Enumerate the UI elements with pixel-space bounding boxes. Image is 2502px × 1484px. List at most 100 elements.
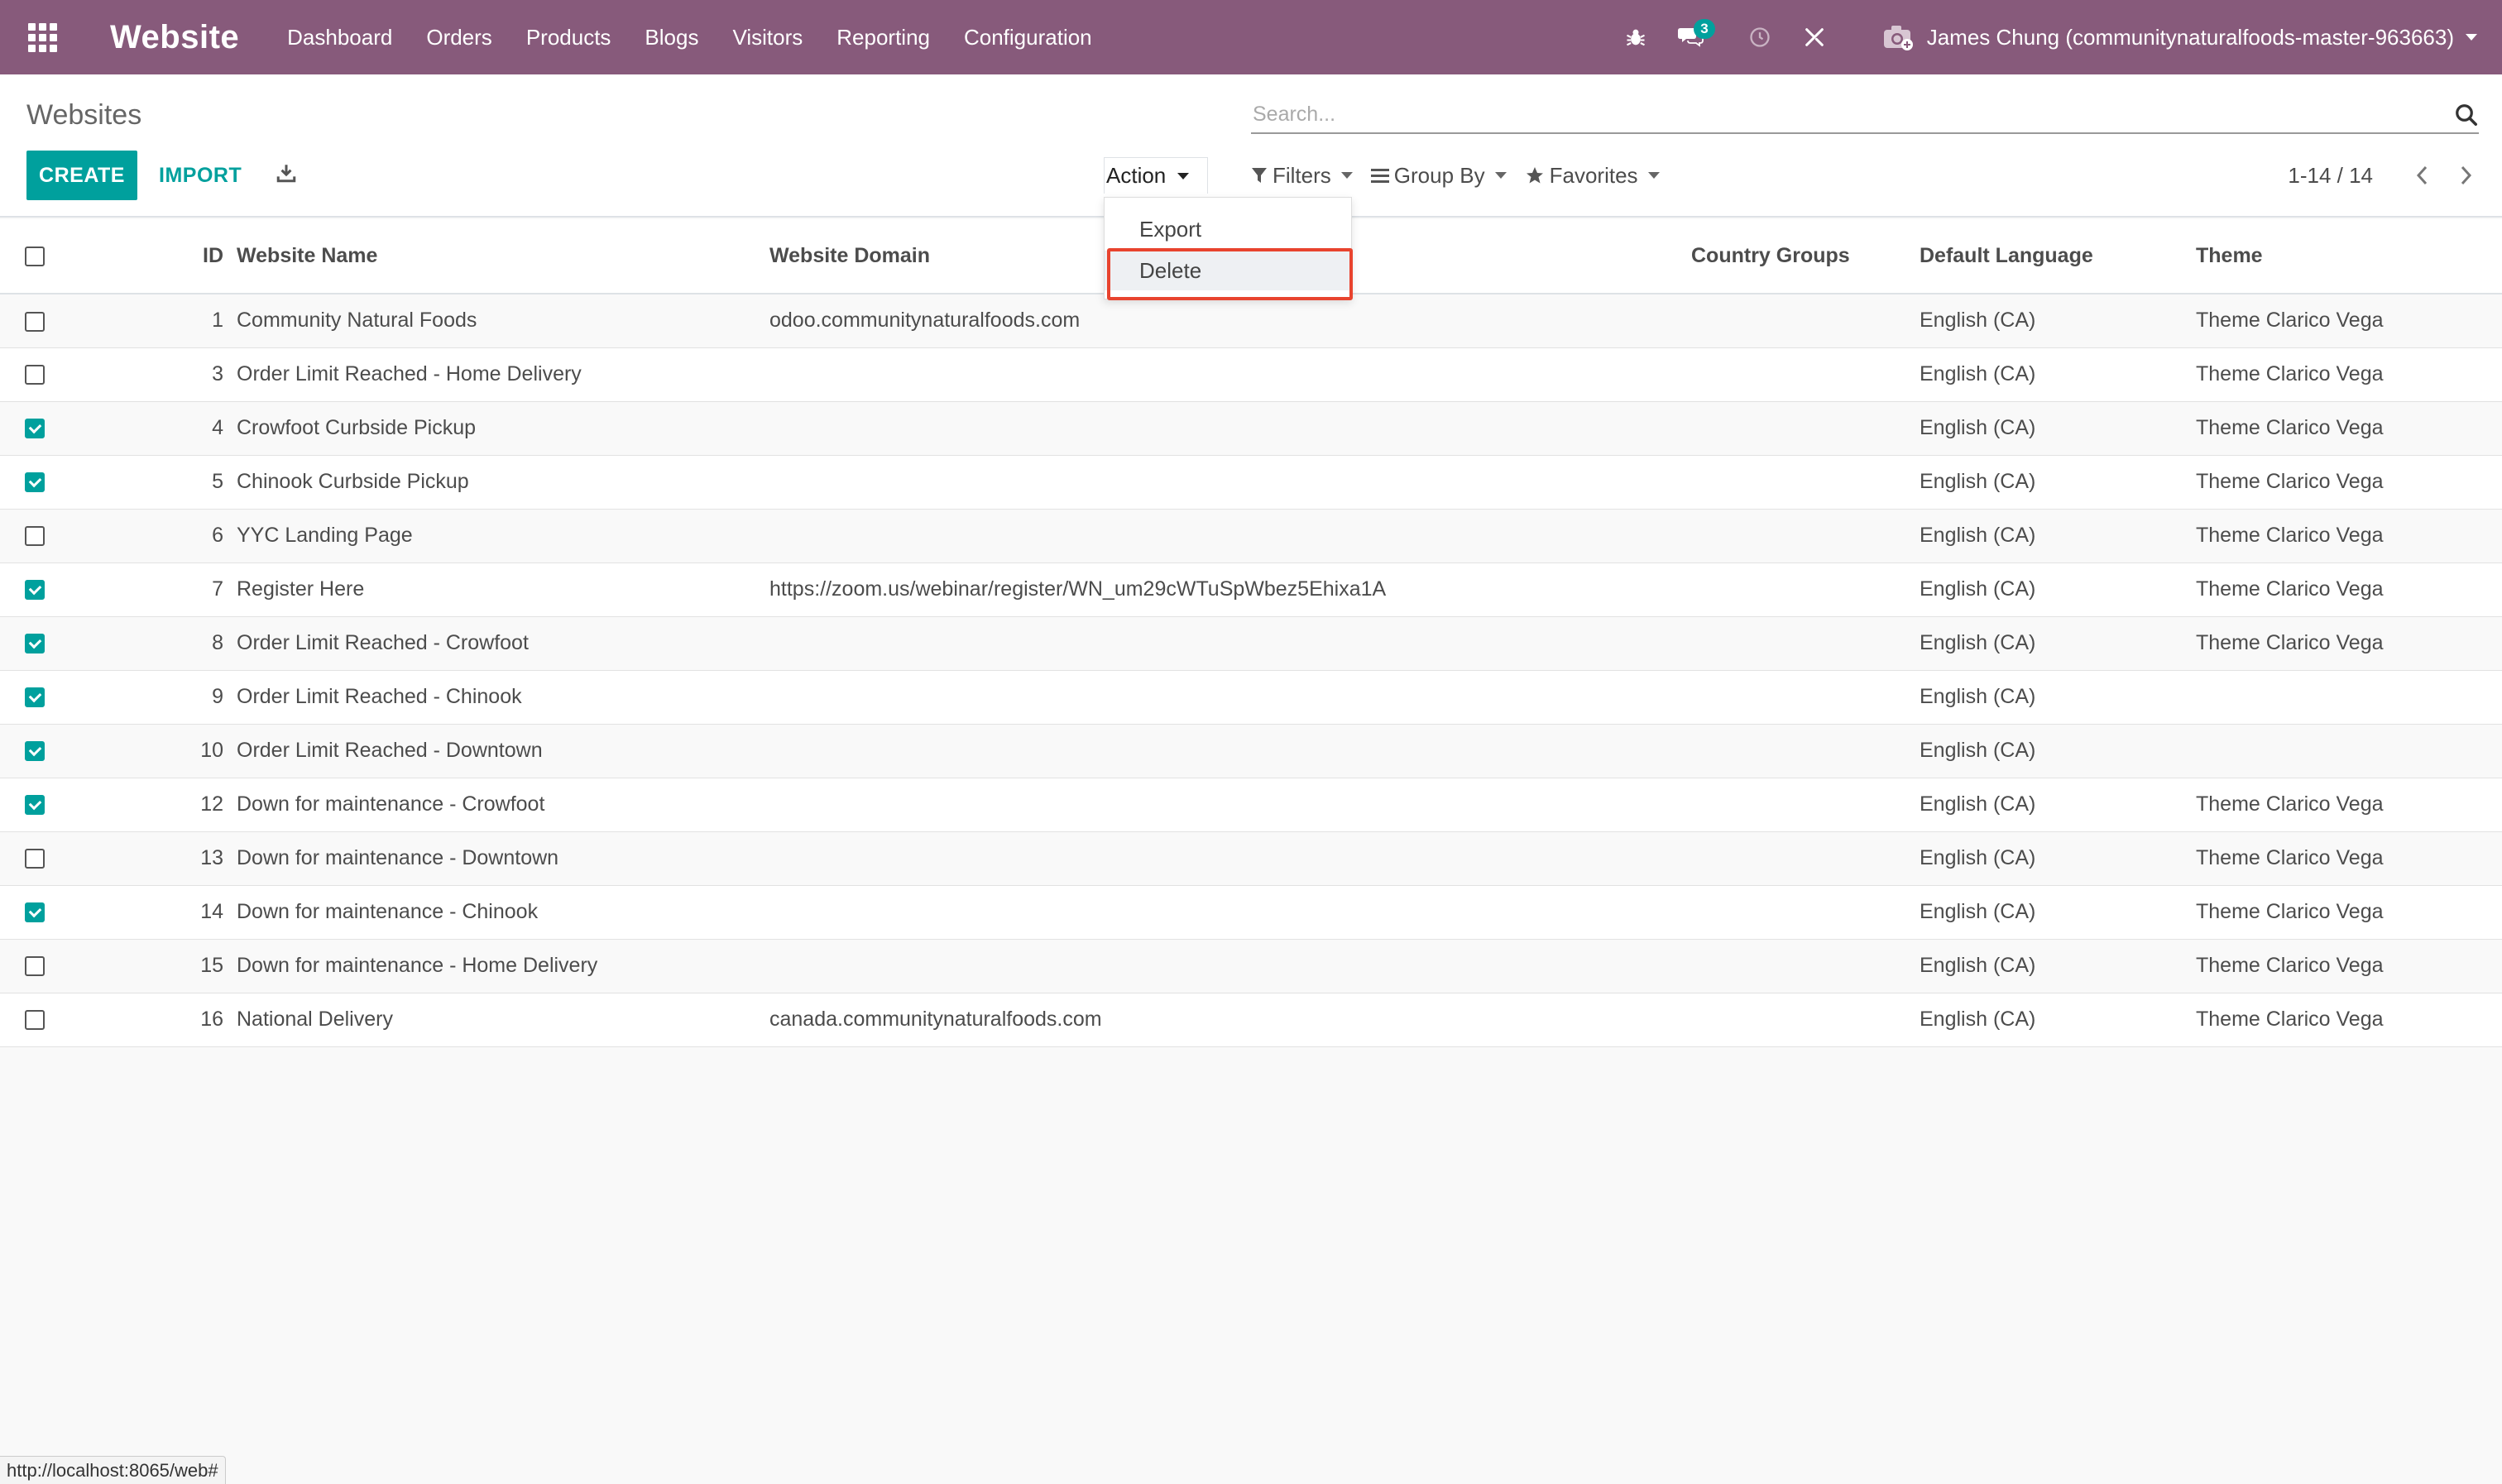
- cell-website-domain[interactable]: [769, 616, 1691, 671]
- cell-id[interactable]: 3: [71, 347, 237, 402]
- action-dropdown-toggle[interactable]: Action: [1104, 157, 1208, 194]
- create-button[interactable]: CREATE: [26, 151, 137, 200]
- cell-website-domain[interactable]: [769, 939, 1691, 993]
- row-checkbox[interactable]: [25, 580, 45, 601]
- cell-website-domain[interactable]: odoo.communitynaturalfoods.com: [769, 294, 1691, 348]
- menu-orders[interactable]: Orders: [426, 25, 491, 50]
- row-checkbox[interactable]: [25, 741, 45, 762]
- column-header-id[interactable]: ID: [71, 219, 237, 294]
- cell-theme[interactable]: Theme Clarico Vega: [2196, 616, 2502, 671]
- table-row[interactable]: 6 YYC Landing Page English (CA) Theme Clari…: [0, 509, 2502, 563]
- cell-id[interactable]: 1: [71, 294, 237, 348]
- apps-menu-icon[interactable]: [27, 22, 57, 52]
- menu-dashboard[interactable]: Dashboard: [287, 25, 392, 50]
- action-delete-item[interactable]: Delete: [1105, 251, 1351, 290]
- cell-country-groups[interactable]: [1691, 616, 1920, 671]
- cell-country-groups[interactable]: [1691, 939, 1920, 993]
- cell-id[interactable]: 16: [71, 993, 237, 1047]
- cell-website-name[interactable]: Down for maintenance - Crowfoot: [237, 778, 769, 832]
- row-checkbox[interactable]: [25, 687, 45, 708]
- cell-default-language[interactable]: English (CA): [1920, 670, 2196, 725]
- row-checkbox[interactable]: [25, 311, 45, 332]
- pager-value[interactable]: 1-14 / 14: [2288, 163, 2373, 189]
- cell-website-name[interactable]: Order Limit Reached - Home Delivery: [237, 347, 769, 402]
- cell-id[interactable]: 4: [71, 401, 237, 456]
- cell-website-domain[interactable]: [769, 401, 1691, 456]
- cell-theme[interactable]: Theme Clarico Vega: [2196, 993, 2502, 1047]
- cell-country-groups[interactable]: [1691, 455, 1920, 510]
- cell-theme[interactable]: Theme Clarico Vega: [2196, 509, 2502, 563]
- import-button[interactable]: IMPORT: [159, 151, 242, 200]
- cell-theme[interactable]: Theme Clarico Vega: [2196, 939, 2502, 993]
- menu-products[interactable]: Products: [526, 25, 611, 50]
- cell-default-language[interactable]: English (CA): [1920, 993, 2196, 1047]
- cell-website-name[interactable]: Order Limit Reached - Downtown: [237, 724, 769, 778]
- cell-id[interactable]: 6: [71, 509, 237, 563]
- cell-id[interactable]: 12: [71, 778, 237, 832]
- column-header-language[interactable]: Default Language: [1920, 219, 2196, 294]
- cell-website-name[interactable]: Register Here: [237, 562, 769, 617]
- cell-theme[interactable]: [2196, 670, 2502, 725]
- cell-id[interactable]: 8: [71, 616, 237, 671]
- table-row[interactable]: 4 Crowfoot Curbside Pickup English (CA) The…: [0, 401, 2502, 456]
- cell-id[interactable]: 9: [71, 670, 237, 725]
- action-export-item[interactable]: Export: [1105, 209, 1351, 249]
- table-row[interactable]: 15 Down for maintenance - Home Delivery En…: [0, 939, 2502, 993]
- cell-default-language[interactable]: English (CA): [1920, 401, 2196, 456]
- cell-country-groups[interactable]: [1691, 401, 1920, 456]
- cell-default-language[interactable]: English (CA): [1920, 831, 2196, 886]
- cell-theme[interactable]: Theme Clarico Vega: [2196, 831, 2502, 886]
- cell-default-language[interactable]: English (CA): [1920, 939, 2196, 993]
- cell-country-groups[interactable]: [1691, 670, 1920, 725]
- menu-blogs[interactable]: Blogs: [645, 25, 698, 50]
- table-row[interactable]: 9 Order Limit Reached - Chinook English (C…: [0, 670, 2502, 725]
- cell-website-name[interactable]: Community Natural Foods: [237, 294, 769, 348]
- cell-website-domain[interactable]: [769, 831, 1691, 886]
- row-checkbox[interactable]: [25, 365, 45, 385]
- cell-website-domain[interactable]: [769, 778, 1691, 832]
- search-icon[interactable]: [2454, 103, 2479, 132]
- cell-country-groups[interactable]: [1691, 347, 1920, 402]
- row-checkbox[interactable]: [25, 526, 45, 547]
- column-header-theme[interactable]: Theme: [2196, 219, 2502, 294]
- cell-default-language[interactable]: English (CA): [1920, 347, 2196, 402]
- table-row[interactable]: 14 Down for maintenance - Chinook English …: [0, 885, 2502, 940]
- cell-default-language[interactable]: English (CA): [1920, 294, 2196, 348]
- cell-id[interactable]: 7: [71, 562, 237, 617]
- cell-website-domain[interactable]: [769, 347, 1691, 402]
- row-checkbox[interactable]: [25, 956, 45, 977]
- cell-theme[interactable]: Theme Clarico Vega: [2196, 885, 2502, 940]
- user-menu[interactable]: James Chung (communitynaturalfoods-maste…: [1882, 23, 2477, 51]
- download-icon[interactable]: [276, 162, 297, 188]
- cell-theme[interactable]: Theme Clarico Vega: [2196, 455, 2502, 510]
- cell-default-language[interactable]: English (CA): [1920, 724, 2196, 778]
- column-header-country-groups[interactable]: Country Groups: [1691, 219, 1920, 294]
- row-checkbox[interactable]: [25, 849, 45, 869]
- cell-country-groups[interactable]: [1691, 831, 1920, 886]
- table-row[interactable]: 16 National Delivery canada.communitynatur…: [0, 993, 2502, 1047]
- cell-theme[interactable]: Theme Clarico Vega: [2196, 562, 2502, 617]
- cell-website-domain[interactable]: https://zoom.us/webinar/register/WN_um29…: [769, 562, 1691, 617]
- cell-website-name[interactable]: Down for maintenance - Downtown: [237, 831, 769, 886]
- table-row[interactable]: 12 Down for maintenance - Crowfoot English…: [0, 778, 2502, 832]
- cell-theme[interactable]: Theme Clarico Vega: [2196, 294, 2502, 348]
- cell-id[interactable]: 10: [71, 724, 237, 778]
- table-row[interactable]: 1 Community Natural Foods odoo.communityna…: [0, 294, 2502, 348]
- row-checkbox[interactable]: [25, 1010, 45, 1031]
- cell-country-groups[interactable]: [1691, 885, 1920, 940]
- cell-website-name[interactable]: Order Limit Reached - Chinook: [237, 670, 769, 725]
- cell-website-name[interactable]: Order Limit Reached - Crowfoot: [237, 616, 769, 671]
- cell-country-groups[interactable]: [1691, 509, 1920, 563]
- cell-website-domain[interactable]: [769, 455, 1691, 510]
- row-checkbox[interactable]: [25, 634, 45, 654]
- cell-theme[interactable]: Theme Clarico Vega: [2196, 778, 2502, 832]
- cell-website-domain[interactable]: [769, 509, 1691, 563]
- cell-website-name[interactable]: Crowfoot Curbside Pickup: [237, 401, 769, 456]
- row-checkbox[interactable]: [25, 902, 45, 923]
- cell-id[interactable]: 15: [71, 939, 237, 993]
- activity-clock-icon[interactable]: [1743, 21, 1776, 54]
- cell-id[interactable]: 14: [71, 885, 237, 940]
- cell-country-groups[interactable]: [1691, 294, 1920, 348]
- filters-toggle[interactable]: Filters: [1251, 163, 1353, 189]
- cell-website-name[interactable]: YYC Landing Page: [237, 509, 769, 563]
